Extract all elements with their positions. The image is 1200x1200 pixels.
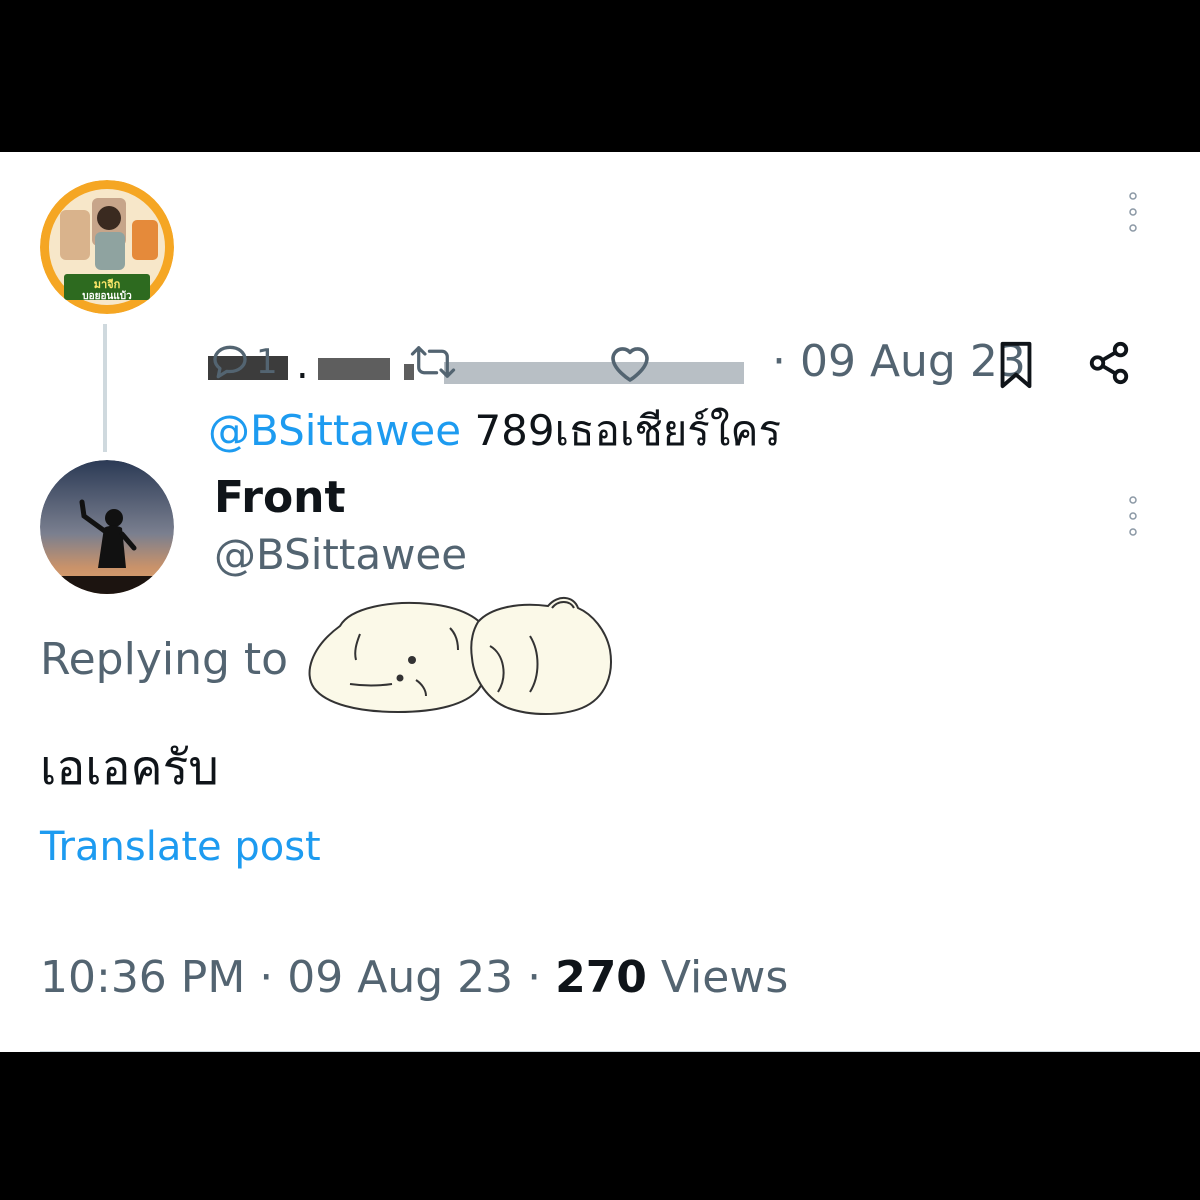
parent-more-icon[interactable]: [1128, 190, 1138, 238]
svg-text:บอยอนแบ้ว: บอยอนแบ้ว: [82, 290, 132, 302]
parent-tweet-text: @BSittawee 789เธอเชียร์ใคร: [208, 398, 781, 464]
parent-action-bar: 1: [0, 340, 1200, 400]
divider: [40, 1051, 1160, 1052]
tweet-thread: มาจีก บอยอนแบ้ว . · 09 Aug 23 @BSittawee…: [0, 152, 1200, 1052]
retweet-button[interactable]: [408, 340, 458, 384]
svg-text:มาจีก: มาจีก: [94, 278, 121, 291]
parent-avatar[interactable]: มาจีก บอยอนแบ้ว: [40, 180, 174, 314]
reply-icon: [213, 345, 247, 379]
reply-handle[interactable]: @BSittawee: [214, 530, 467, 579]
replying-to-label: Replying to: [40, 634, 289, 685]
sleeping-bear-sticker: [300, 586, 630, 750]
parent-text: 789เธอเชียร์ใคร: [461, 406, 782, 455]
reply-button[interactable]: 1: [208, 340, 278, 384]
bookmark-button[interactable]: [996, 340, 1036, 390]
like-icon: [611, 347, 649, 382]
reply-avatar[interactable]: [40, 460, 174, 594]
share-icon: [1089, 341, 1129, 385]
reply-display-name[interactable]: Front: [214, 472, 346, 523]
tweet-metadata: 10:36 PM · 09 Aug 23 · 270 Views: [40, 952, 788, 1003]
bookmark-icon: [1000, 341, 1032, 389]
views-count: 270: [555, 952, 647, 1003]
views-label: Views: [646, 952, 789, 1003]
like-button[interactable]: [606, 340, 654, 384]
reply-count: 1: [256, 342, 278, 382]
reply-more-icon[interactable]: [1128, 494, 1138, 542]
parent-mention-link[interactable]: @BSittawee: [208, 406, 461, 455]
translate-post-link[interactable]: Translate post: [40, 824, 321, 870]
reply-tweet-text: เอเอครับ: [40, 740, 219, 796]
share-button[interactable]: [1086, 340, 1132, 386]
tweet-timestamp[interactable]: 10:36 PM · 09 Aug 23 ·: [40, 952, 555, 1003]
retweet-icon: [410, 346, 456, 378]
